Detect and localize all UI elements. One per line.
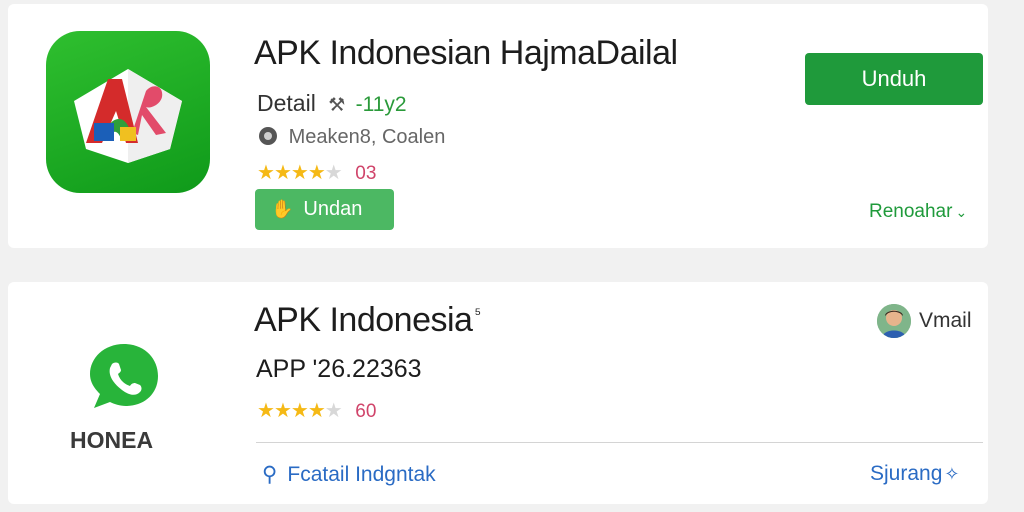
chat-bubble-icon	[90, 344, 158, 408]
star-icon: ★	[257, 162, 275, 184]
brand-text: HONEA	[70, 427, 154, 453]
star-empty-icon: ★	[324, 400, 343, 422]
more-link[interactable]: Renoahar ⌄	[869, 201, 967, 223]
detail-line: Detail ⚒ -11y2	[257, 90, 407, 117]
app-card-2[interactable]: HONEA APK Indonesia ⁵ APP ʹ26.22363 ★★★★★…	[8, 282, 988, 504]
chevron-down-icon: ⌄	[955, 204, 968, 220]
app-title-text: APK Indonesia	[254, 301, 473, 339]
rating-count: 03	[355, 163, 377, 184]
developer-icon	[259, 127, 277, 145]
star-icon: ★	[290, 400, 309, 422]
developer-line: Meaken8, Coalen	[259, 126, 445, 149]
wrench-icon: ⚒	[328, 95, 346, 116]
search-text: Fcatail Indgntak	[287, 463, 436, 486]
developer-name: Meaken8, Coalen	[288, 126, 446, 148]
sjurang-link[interactable]: Sjurang ✧	[870, 462, 959, 486]
download-button[interactable]: Unduh	[805, 53, 983, 105]
star-icon: ★	[273, 162, 292, 184]
app-version: APP ʹ26.22363	[256, 355, 422, 383]
undan-button-label: Undan	[303, 198, 363, 220]
sparkle-icon: ✧	[944, 464, 960, 484]
star-icon: ★	[307, 400, 326, 422]
user-label[interactable]: Vmail	[919, 309, 972, 333]
hand-icon: ✋	[271, 199, 294, 219]
detail-label: Detail	[257, 90, 316, 116]
star-empty-icon: ★	[324, 162, 343, 184]
whatsapp-icon[interactable]	[86, 340, 162, 412]
more-link-label: Renoahar	[869, 201, 953, 222]
divider	[256, 442, 983, 443]
title-superscript: ⁵	[474, 305, 481, 323]
sjurang-link-label: Sjurang	[870, 462, 943, 485]
star-icon: ★	[257, 400, 275, 422]
user-avatar-icon	[877, 304, 911, 338]
star-icon: ★	[290, 162, 309, 184]
rating: ★★★★★ 60	[257, 398, 376, 423]
app-logo-icon	[74, 69, 182, 163]
rating: ★★★★★ 03	[257, 160, 376, 185]
rating-count: 60	[355, 401, 377, 422]
search-link[interactable]: ⚲ Fcatail Indgntak	[262, 462, 436, 487]
undan-button[interactable]: ✋ Undan	[255, 189, 394, 230]
app-card-1[interactable]: APK Indonesian HajmaDailal Detail ⚒ -11y…	[8, 4, 988, 248]
download-button-label: Unduh	[861, 66, 927, 91]
star-icon: ★	[307, 162, 326, 184]
search-icon: ⚲	[262, 463, 278, 486]
app-icon[interactable]	[46, 31, 210, 193]
avatar[interactable]	[877, 304, 911, 338]
version-label: -11y2	[355, 93, 407, 116]
app-title: APK Indonesian HajmaDailal	[254, 34, 678, 72]
app-title: APK Indonesia ⁵	[254, 301, 481, 340]
star-icon: ★	[273, 400, 292, 422]
